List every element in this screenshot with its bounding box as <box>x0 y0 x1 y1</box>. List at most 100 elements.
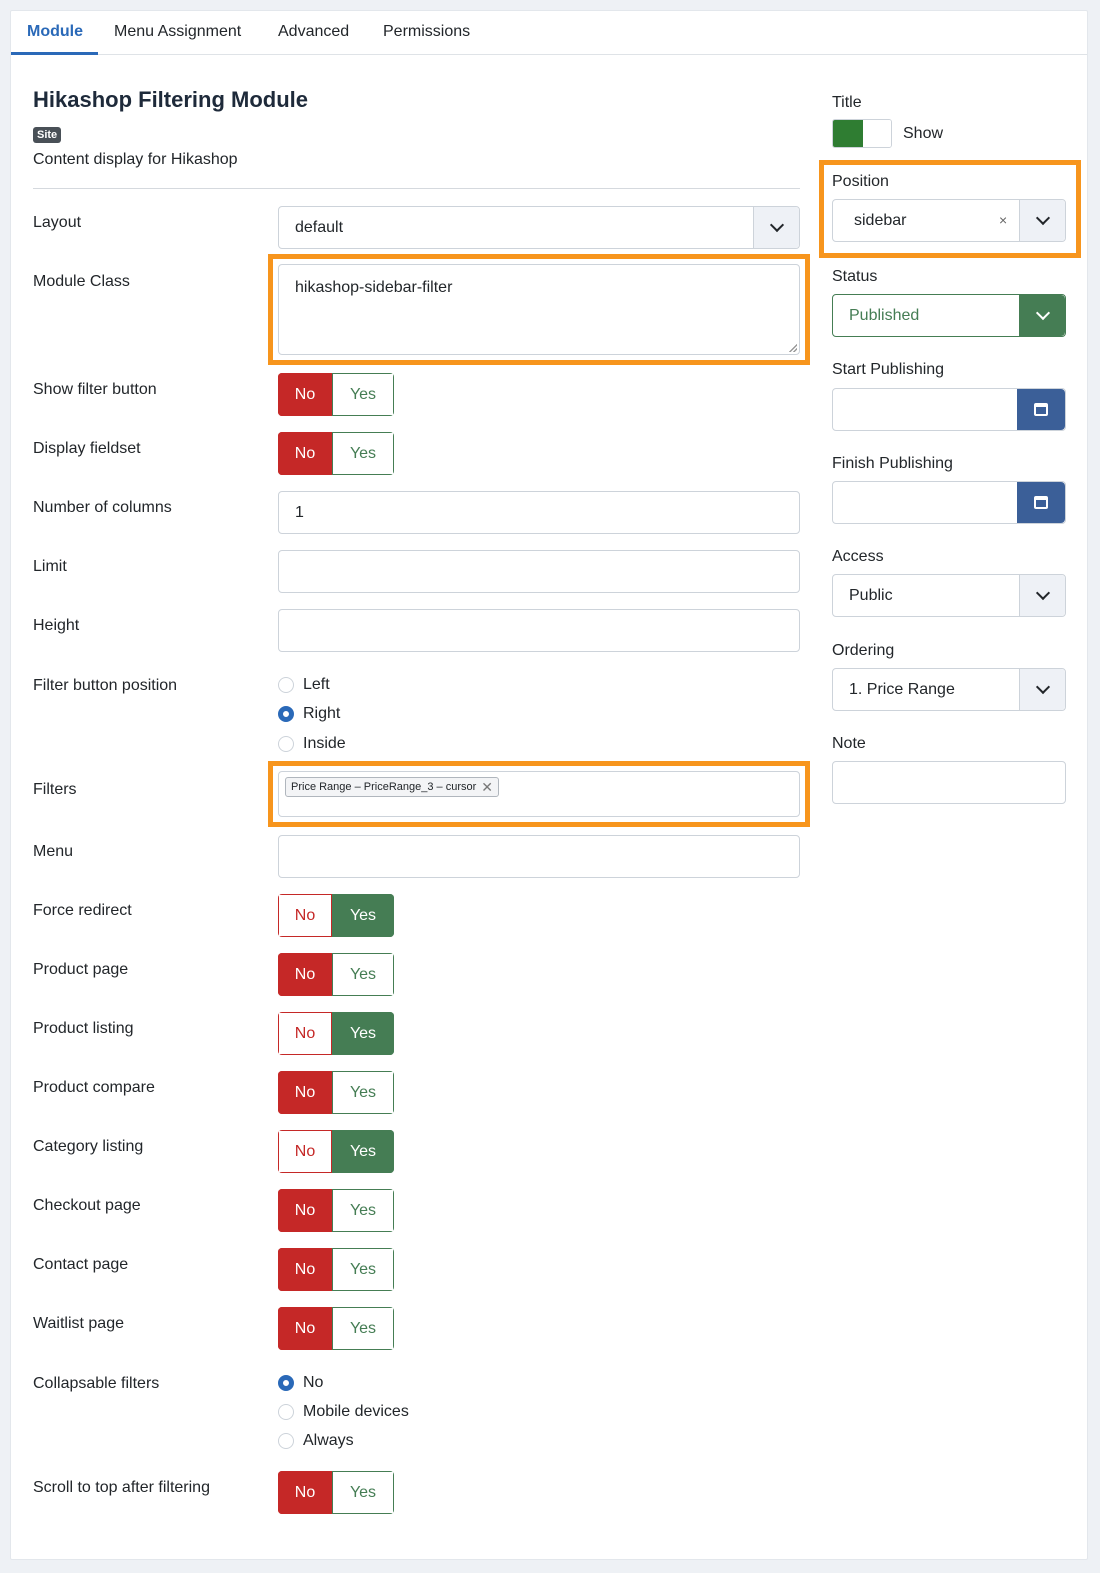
calendar-button[interactable] <box>1017 389 1065 430</box>
note-label: Note <box>832 735 866 752</box>
access-label: Access <box>832 548 884 565</box>
tab-permissions[interactable]: Permissions <box>383 23 470 41</box>
filter-button-position-label: Filter button position <box>33 677 178 694</box>
radio-right-label: Right <box>303 705 341 722</box>
chevron-down-icon <box>1019 200 1065 241</box>
show-filter-button-toggle: No Yes <box>278 373 394 416</box>
module-class-textarea[interactable]: hikashop-sidebar-filter <box>278 264 800 355</box>
radio-collapse-always-label: Always <box>303 1432 354 1449</box>
product-listing-label: Product listing <box>33 1020 134 1037</box>
calendar-icon <box>1034 403 1048 416</box>
filter-chip-label: Price Range – PriceRange_3 – cursor <box>291 781 477 793</box>
yes-option[interactable]: Yes <box>332 1189 394 1232</box>
limit-input[interactable] <box>278 550 800 593</box>
title-show-label: Show <box>903 125 944 142</box>
yes-option[interactable]: Yes <box>332 1307 394 1350</box>
no-option[interactable]: No <box>278 432 332 475</box>
finish-publishing-input[interactable] <box>832 481 1066 524</box>
yes-option[interactable]: Yes <box>332 432 394 475</box>
filter-chip: Price Range – PriceRange_3 – cursor ✕ <box>285 777 499 797</box>
site-badge: Site <box>33 127 62 143</box>
radio-left-label: Left <box>303 676 330 693</box>
limit-label: Limit <box>33 558 67 575</box>
module-edit-card: Module Menu Assignment Advanced Permissi… <box>10 10 1088 1560</box>
product-page-label: Product page <box>33 961 129 978</box>
title-show-switch[interactable] <box>832 119 892 148</box>
product-page-toggle: No Yes <box>278 953 394 996</box>
yes-option[interactable]: Yes <box>332 1012 394 1055</box>
note-input[interactable] <box>832 761 1066 804</box>
tab-menu-assignment[interactable]: Menu Assignment <box>114 23 241 41</box>
no-option[interactable]: No <box>278 1012 332 1055</box>
layout-label: Layout <box>33 214 82 231</box>
scroll-to-top-toggle: No Yes <box>278 1471 394 1514</box>
chevron-down-icon <box>753 207 799 248</box>
ordering-value: 1. Price Range <box>849 680 955 698</box>
category-listing-toggle: No Yes <box>278 1130 394 1173</box>
yes-option[interactable]: Yes <box>332 953 394 996</box>
columns-label: Number of columns <box>33 499 172 516</box>
access-value: Public <box>849 586 893 604</box>
yes-option[interactable]: Yes <box>332 1471 394 1514</box>
radio-collapse-mobile[interactable]: Mobile devices <box>278 1403 409 1421</box>
filters-label: Filters <box>33 781 77 798</box>
radio-collapse-mobile-label: Mobile devices <box>303 1403 409 1420</box>
product-listing-toggle: No Yes <box>278 1012 394 1055</box>
radio-circle-icon <box>278 736 294 752</box>
tab-module[interactable]: Module <box>27 23 83 41</box>
layout-select[interactable]: default <box>278 206 800 249</box>
start-publishing-input[interactable] <box>832 388 1066 431</box>
layout-value: default <box>295 218 344 236</box>
resize-handle-icon[interactable] <box>789 344 797 352</box>
status-value: Published <box>849 306 920 324</box>
tab-advanced[interactable]: Advanced <box>278 23 349 41</box>
calendar-button[interactable] <box>1017 482 1065 523</box>
module-description: Content display for Hikashop <box>33 151 238 168</box>
close-icon[interactable]: × <box>999 212 1007 228</box>
status-select[interactable]: Published <box>832 294 1066 337</box>
position-select[interactable]: sidebar × <box>832 199 1066 242</box>
display-fieldset-toggle: No Yes <box>278 432 394 475</box>
chevron-down-icon <box>1019 575 1065 616</box>
radio-collapse-no-label: No <box>303 1374 324 1391</box>
access-select[interactable]: Public <box>832 574 1066 617</box>
yes-option[interactable]: Yes <box>332 373 394 416</box>
no-option[interactable]: No <box>278 1130 332 1173</box>
menu-label: Menu <box>33 843 74 860</box>
no-option[interactable]: No <box>278 373 332 416</box>
menu-input[interactable] <box>278 835 800 878</box>
yes-option[interactable]: Yes <box>332 1130 394 1173</box>
close-icon[interactable]: ✕ <box>481 780 493 794</box>
no-option[interactable]: No <box>278 894 332 937</box>
filters-multiselect[interactable]: Price Range – PriceRange_3 – cursor ✕ <box>278 771 800 817</box>
no-option[interactable]: No <box>278 1189 332 1232</box>
waitlist-page-label: Waitlist page <box>33 1315 124 1332</box>
no-option[interactable]: No <box>278 1307 332 1350</box>
radio-left[interactable]: Left <box>278 676 330 694</box>
radio-inside-label: Inside <box>303 735 346 752</box>
no-option[interactable]: No <box>278 1471 332 1514</box>
radio-checked-icon <box>278 706 294 722</box>
radio-right[interactable]: Right <box>278 705 340 723</box>
contact-page-label: Contact page <box>33 1256 129 1273</box>
radio-collapse-always[interactable]: Always <box>278 1432 354 1450</box>
radio-collapse-no[interactable]: No <box>278 1374 323 1392</box>
no-option[interactable]: No <box>278 1071 332 1114</box>
no-option[interactable]: No <box>278 1248 332 1291</box>
show-filter-button-label: Show filter button <box>33 381 157 398</box>
columns-input[interactable]: 1 <box>278 491 800 534</box>
product-compare-label: Product compare <box>33 1079 155 1096</box>
category-listing-label: Category listing <box>33 1138 144 1155</box>
yes-option[interactable]: Yes <box>332 894 394 937</box>
yes-option[interactable]: Yes <box>332 1071 394 1114</box>
ordering-select[interactable]: 1. Price Range <box>832 668 1066 711</box>
yes-option[interactable]: Yes <box>332 1248 394 1291</box>
radio-inside[interactable]: Inside <box>278 735 346 753</box>
start-publishing-label: Start Publishing <box>832 361 945 378</box>
no-option[interactable]: No <box>278 953 332 996</box>
height-input[interactable] <box>278 609 800 652</box>
module-class-value: hikashop-sidebar-filter <box>295 279 453 296</box>
finish-publishing-label: Finish Publishing <box>832 455 953 472</box>
waitlist-page-toggle: No Yes <box>278 1307 394 1350</box>
height-label: Height <box>33 617 80 634</box>
